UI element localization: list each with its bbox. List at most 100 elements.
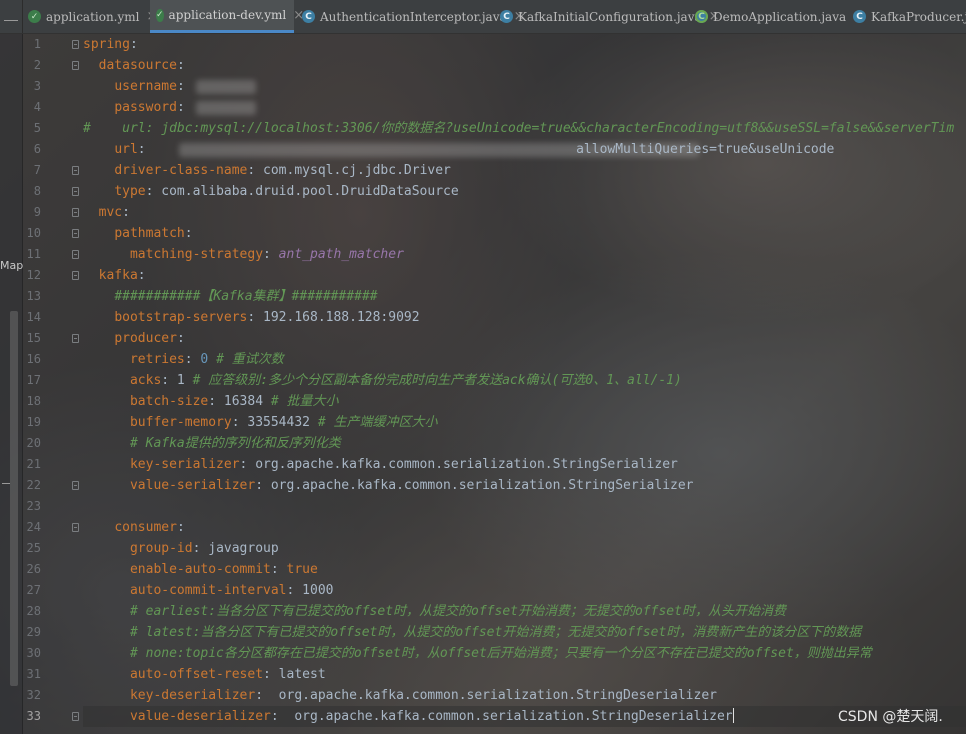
line-number: 7 bbox=[33, 163, 41, 177]
yaml-colon: : bbox=[208, 394, 217, 409]
fold-marker-icon[interactable] bbox=[72, 187, 79, 196]
tab-authentication-interceptor[interactable]: C AuthenticationInterceptor.java × bbox=[302, 0, 525, 33]
yaml-key: enable-auto-commit bbox=[129, 562, 271, 577]
line-number: 31 bbox=[26, 667, 41, 681]
line-number: 2 bbox=[33, 58, 41, 72]
code-line: # Kafka提供的序列化和反序列化类 bbox=[83, 433, 341, 454]
tab-label: AuthenticationInterceptor.java bbox=[320, 9, 507, 24]
tab-application-yml[interactable]: ✓ application.yml × bbox=[28, 0, 157, 33]
fold-marker-icon[interactable] bbox=[72, 334, 79, 343]
line-number: 4 bbox=[33, 100, 41, 114]
tab-demo-application[interactable]: C DemoApplication.java × bbox=[695, 0, 864, 33]
strip-divider bbox=[2, 483, 10, 484]
fold-marker-icon[interactable] bbox=[72, 61, 79, 70]
yaml-colon: : bbox=[263, 247, 271, 262]
line-number: 28 bbox=[26, 604, 41, 618]
fold-marker-icon[interactable] bbox=[72, 208, 79, 217]
yaml-colon: : bbox=[231, 415, 240, 430]
yaml-key: password bbox=[114, 100, 177, 115]
fold-marker-icon[interactable] bbox=[72, 481, 79, 490]
tab-application-dev-yml[interactable]: ✓ application-dev.yml × bbox=[150, 0, 304, 33]
line-number-gutter: 1 2 3 4 5 6 7 8 9 10 11 12 13 14 15 16 17 18 19 20 21 22 23 24 2… bbox=[22, 33, 79, 734]
yaml-colon: : bbox=[255, 688, 264, 703]
editor-tab-bar: ✓ application.yml × ✓ application-dev.ym… bbox=[0, 0, 966, 34]
yaml-comment: # 生产端缓冲区大小 bbox=[310, 415, 438, 430]
yaml-value: 1 bbox=[169, 373, 185, 388]
fold-marker-icon[interactable] bbox=[72, 250, 79, 259]
code-line: batch-size: 16384 # 批量大小 bbox=[83, 391, 339, 412]
yaml-value: 192.168.188.128:9092 bbox=[255, 310, 420, 325]
yaml-value: org.apache.kafka.common.serialization.St… bbox=[263, 688, 717, 703]
tab-label: DemoApplication.java bbox=[713, 9, 847, 24]
yaml-key: bootstrap-servers bbox=[114, 310, 248, 325]
yaml-value: 1000 bbox=[294, 583, 334, 598]
fold-marker-icon[interactable] bbox=[72, 166, 79, 175]
redacted-username bbox=[196, 80, 256, 94]
code-line: mvc: bbox=[83, 202, 130, 223]
yaml-value: 33554432 bbox=[239, 415, 310, 430]
line-number: 18 bbox=[26, 394, 41, 408]
line-number: 6 bbox=[33, 142, 41, 156]
yaml-value: org.apache.kafka.common.serialization.St… bbox=[278, 709, 733, 724]
yaml-colon: : bbox=[137, 142, 146, 157]
yaml-colon: : bbox=[161, 373, 170, 388]
tab-kafka-initial-configuration[interactable]: C KafkaInitialConfiguration.java × bbox=[500, 0, 720, 33]
line-number: 3 bbox=[33, 79, 41, 93]
code-line: matching-strategy: ant_path_matcher bbox=[83, 244, 404, 265]
yaml-colon: : bbox=[176, 100, 185, 115]
yaml-key: mvc bbox=[98, 205, 123, 220]
yaml-colon: : bbox=[129, 37, 138, 52]
fold-marker-icon[interactable] bbox=[72, 271, 79, 280]
tab-menu-handle[interactable] bbox=[0, 0, 23, 33]
yaml-enum-value: ant_path_matcher bbox=[270, 247, 404, 262]
code-line: spring: bbox=[83, 34, 138, 55]
fold-marker-icon[interactable] bbox=[72, 229, 79, 238]
code-line: driver-class-name: com.mysql.cj.jdbc.Dri… bbox=[83, 160, 451, 181]
yaml-key: acks bbox=[129, 373, 162, 388]
yaml-key: type bbox=[114, 184, 146, 199]
code-line: producer: bbox=[83, 328, 184, 349]
fold-marker-icon[interactable] bbox=[72, 40, 79, 49]
yaml-value: com.alibaba.druid.pool.DruidDataSource bbox=[153, 184, 459, 199]
yaml-value: latest bbox=[270, 667, 326, 682]
code-line: key-serializer: org.apache.kafka.common.… bbox=[83, 454, 678, 475]
yaml-key: auto-commit-interval bbox=[129, 583, 287, 598]
code-editor[interactable]: spring: datasource: username: password: #… bbox=[83, 33, 966, 734]
yaml-colon: : bbox=[122, 205, 130, 220]
code-line: type: com.alibaba.druid.pool.DruidDataSo… bbox=[83, 181, 459, 202]
fold-marker-icon[interactable] bbox=[72, 712, 79, 721]
line-number: 22 bbox=[26, 478, 41, 492]
code-line: # url: jdbc:mysql://localhost:3306/你的数据名… bbox=[83, 118, 954, 139]
yaml-key: kafka bbox=[98, 268, 138, 283]
line-number: 8 bbox=[33, 184, 41, 198]
yaml-key: key-deserializer bbox=[129, 688, 256, 703]
line-number: 26 bbox=[26, 562, 41, 576]
yaml-key: group-id bbox=[129, 541, 193, 556]
fold-marker-icon[interactable] bbox=[72, 523, 79, 532]
yaml-value: org.apache.kafka.common.serialization.St… bbox=[263, 478, 694, 493]
spring-boot-class-icon: C bbox=[695, 10, 708, 23]
code-line: consumer: bbox=[83, 517, 184, 538]
yaml-colon: : bbox=[176, 58, 185, 73]
tab-kafka-producer[interactable]: C KafkaProducer.java bbox=[853, 0, 966, 33]
yaml-comment: ###########【Kafka集群】########### bbox=[114, 289, 378, 304]
yaml-colon: : bbox=[176, 79, 185, 94]
yaml-key: datasource bbox=[98, 58, 177, 73]
code-line: kafka: bbox=[83, 265, 146, 286]
code-line: buffer-memory: 33554432 # 生产端缓冲区大小 bbox=[83, 412, 438, 433]
yaml-key: pathmatch bbox=[114, 226, 185, 241]
code-line: ###########【Kafka集群】########### bbox=[83, 286, 378, 307]
yaml-colon: : bbox=[255, 478, 264, 493]
java-class-icon: C bbox=[853, 10, 866, 23]
yaml-comment: # 应答级别:多少个分区副本备份完成时向生产者发送ack确认(可选0、1、all… bbox=[184, 373, 682, 388]
